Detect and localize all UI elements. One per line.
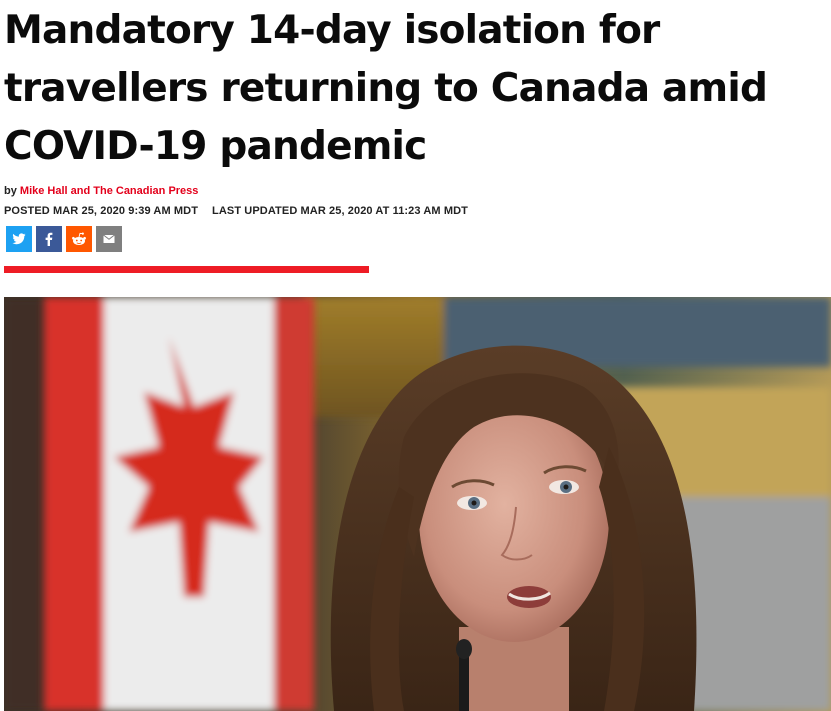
article-headline: Mandatory 14-day isolation for traveller…: [4, 8, 768, 169]
accent-divider: [4, 266, 369, 273]
article: Mandatory 14-day isolation for traveller…: [0, 0, 831, 711]
author-link[interactable]: Mike Hall and The Canadian Press: [20, 185, 199, 197]
email-share-button[interactable]: [96, 226, 122, 252]
posted-date: POSTED MAR 25, 2020 9:39 AM MDT: [4, 205, 199, 217]
woman-speaking-photo: [4, 297, 831, 711]
twitter-share-button[interactable]: [6, 226, 32, 252]
byline: by Mike Hall and The Canadian Press: [4, 185, 198, 197]
updated-date: LAST UPDATED MAR 25, 2020 AT 11:23 AM MD…: [212, 205, 468, 217]
byline-prefix: by: [4, 185, 20, 197]
facebook-icon: [36, 226, 62, 252]
share-bar: [6, 226, 122, 252]
email-icon: [96, 226, 122, 252]
canadian-flag: [44, 297, 314, 711]
article-dates: POSTED MAR 25, 2020 9:39 AM MDT LAST UPDA…: [4, 205, 468, 217]
reddit-share-button[interactable]: [66, 226, 92, 252]
reddit-icon: [66, 226, 92, 252]
facebook-share-button[interactable]: [36, 226, 62, 252]
twitter-icon: [6, 226, 32, 252]
article-photo: [4, 297, 831, 711]
